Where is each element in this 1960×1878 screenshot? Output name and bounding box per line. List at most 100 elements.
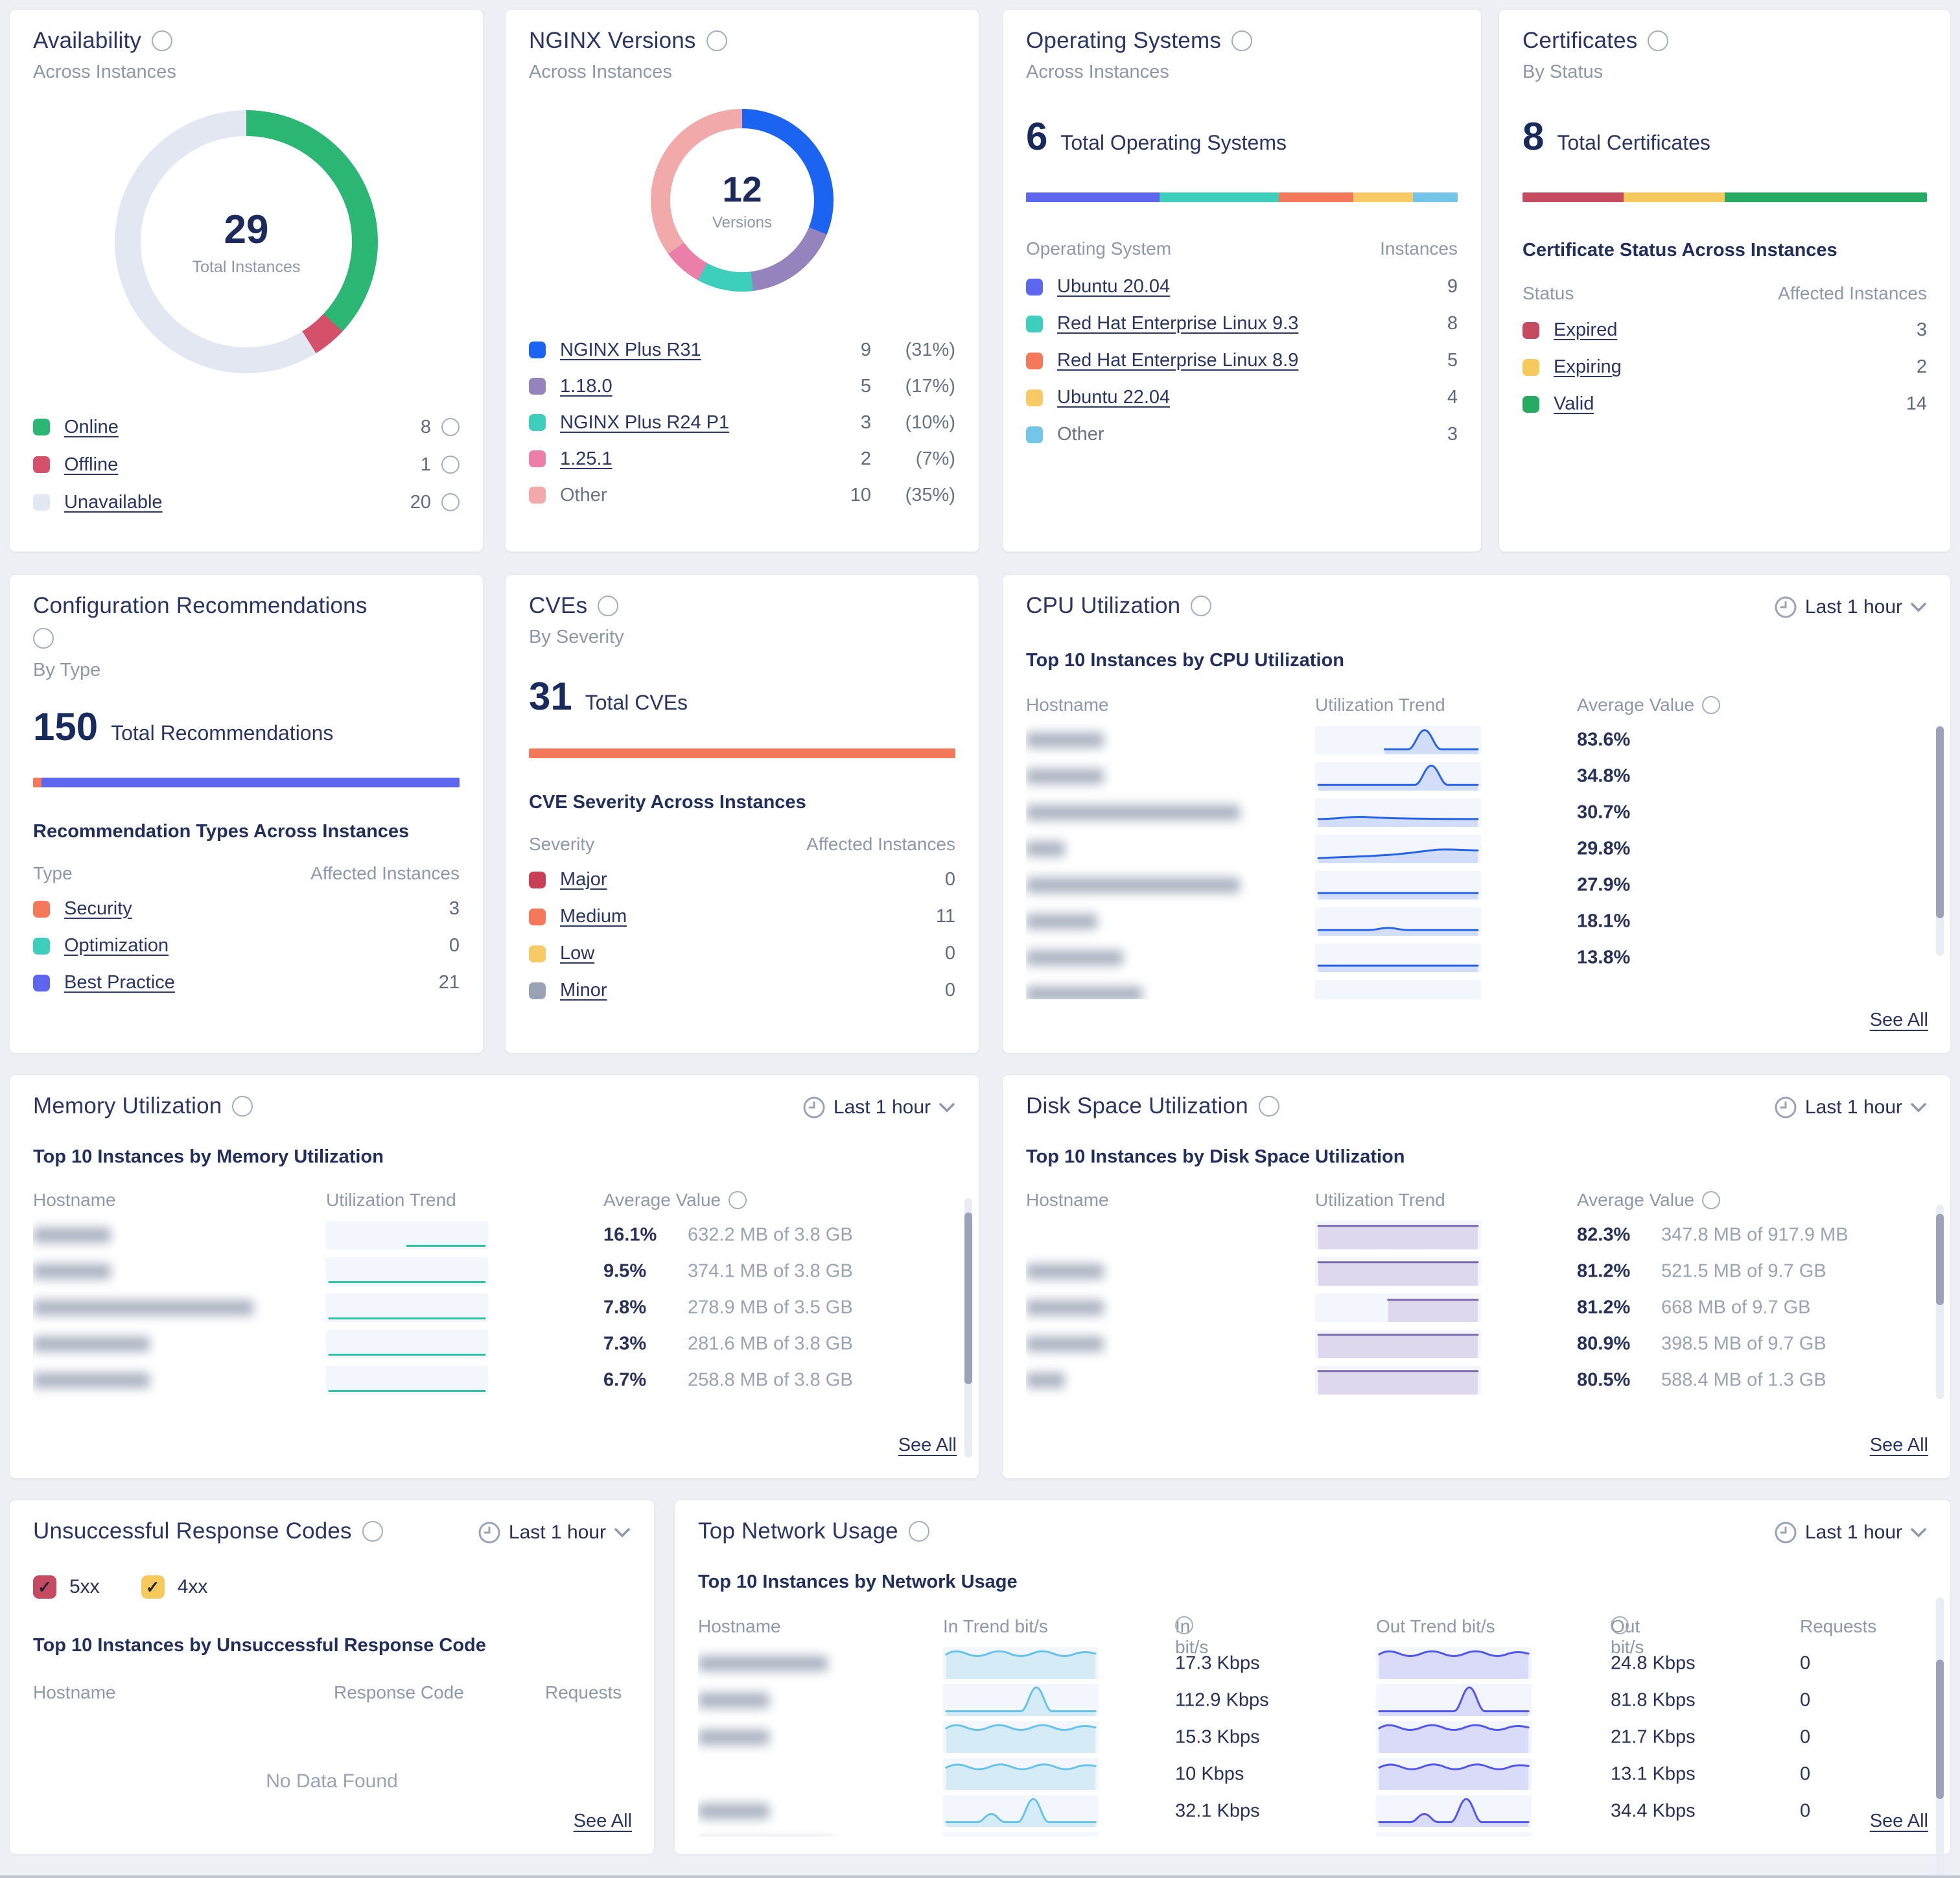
hostname-cell[interactable]	[1026, 950, 1123, 966]
info-icon[interactable]	[1259, 1096, 1279, 1117]
total-os-label: Total Operating Systems	[1060, 131, 1287, 155]
status-link[interactable]: Offline	[64, 454, 118, 476]
hostname-cell[interactable]	[33, 1264, 111, 1279]
column-header-trend: Utilization Trend	[1315, 1190, 1445, 1211]
see-all-link[interactable]: See All	[1870, 1435, 1928, 1456]
hostname-cell[interactable]	[1026, 986, 1143, 999]
hostname-cell[interactable]	[1026, 769, 1104, 784]
card-certificates: Certificates By Status 8 Total Certifica…	[1499, 9, 1951, 552]
checkbox[interactable]: ✓	[141, 1575, 165, 1599]
os-link[interactable]: Ubuntu 22.04	[1057, 387, 1170, 408]
info-icon[interactable]	[232, 1096, 253, 1117]
hostname-cell[interactable]	[1026, 877, 1240, 893]
checkbox[interactable]: ✓	[33, 1575, 56, 1599]
info-icon[interactable]	[441, 493, 460, 511]
scrollbar-thumb[interactable]	[1936, 726, 1944, 918]
info-icon[interactable]	[1702, 696, 1720, 714]
hostname-cell[interactable]	[1026, 1336, 1104, 1352]
version-count: 3	[839, 412, 871, 434]
hostname-cell[interactable]	[1026, 841, 1065, 857]
rec-type-link[interactable]: Security	[64, 898, 132, 920]
hostname-cell[interactable]	[33, 1336, 150, 1352]
scrollbar-thumb[interactable]	[1936, 1660, 1944, 1799]
cert-status-link[interactable]: Expired	[1554, 319, 1617, 341]
info-icon[interactable]	[1231, 30, 1252, 51]
info-icon[interactable]	[1175, 1616, 1193, 1634]
time-range-dropdown[interactable]: Last 1 hour	[478, 1521, 631, 1544]
cert-status-link[interactable]: Expiring	[1554, 356, 1622, 378]
legend-swatch	[529, 378, 546, 395]
time-range-dropdown[interactable]: Last 1 hour	[1774, 1521, 1927, 1544]
info-icon[interactable]	[152, 30, 172, 51]
version-count: 10	[839, 485, 871, 506]
info-icon[interactable]	[1191, 596, 1211, 616]
os-link[interactable]: Other	[1057, 424, 1104, 445]
card-availability: Availability Across Instances 29 Total I…	[9, 9, 484, 552]
info-icon[interactable]	[729, 1191, 747, 1209]
card-title: Availability	[33, 28, 141, 54]
severity-link[interactable]: Medium	[560, 906, 627, 927]
see-all-link[interactable]: See All	[1870, 1811, 1928, 1832]
version-link[interactable]: NGINX Plus R24 P1	[560, 412, 729, 434]
info-icon[interactable]	[706, 30, 727, 51]
hostname-cell[interactable]	[1026, 1373, 1065, 1388]
info-icon[interactable]	[598, 596, 618, 616]
scrollbar-thumb[interactable]	[1936, 1214, 1944, 1305]
requests-value: 0	[1800, 1689, 1810, 1711]
info-icon[interactable]	[441, 456, 460, 474]
info-icon[interactable]	[1702, 1191, 1720, 1209]
bar-segment	[41, 778, 460, 787]
hostname-cell[interactable]	[33, 1300, 253, 1316]
hostname-cell[interactable]	[698, 1803, 769, 1819]
info-icon[interactable]	[33, 628, 54, 649]
column-header-average: Average Value	[1577, 1190, 1694, 1211]
table-row: Security 3	[33, 890, 460, 927]
affected-count: 0	[449, 935, 460, 956]
hostname-cell[interactable]	[1026, 732, 1104, 748]
hostname-cell[interactable]	[698, 1656, 828, 1671]
see-all-link[interactable]: See All	[898, 1435, 957, 1456]
hostname-cell[interactable]	[698, 1693, 769, 1708]
hostname-cell[interactable]	[1026, 1300, 1104, 1316]
rec-type-link[interactable]: Optimization	[64, 935, 169, 956]
info-icon[interactable]	[441, 418, 460, 436]
os-link[interactable]: Red Hat Enterprise Linux 9.3	[1057, 313, 1298, 334]
info-icon[interactable]	[1648, 30, 1668, 51]
column-header-out-trend: Out Trend bit/s	[1376, 1616, 1495, 1637]
severity-link[interactable]: Major	[560, 869, 607, 890]
severity-link[interactable]: Minor	[560, 980, 607, 1001]
severity-link[interactable]: Low	[560, 943, 594, 964]
scrollbar-thumb[interactable]	[964, 1212, 972, 1384]
os-link[interactable]: Red Hat Enterprise Linux 8.9	[1057, 350, 1298, 371]
time-range-dropdown[interactable]: Last 1 hour	[1774, 596, 1927, 619]
version-link[interactable]: Other	[560, 485, 607, 506]
cert-status-link[interactable]: Valid	[1554, 393, 1594, 415]
column-header-average: Average Value	[603, 1190, 721, 1211]
version-link[interactable]: 1.25.1	[560, 448, 612, 470]
hostname-cell[interactable]	[33, 1227, 111, 1243]
versions-value: 12	[722, 168, 762, 210]
see-all-link[interactable]: See All	[574, 1811, 632, 1832]
os-link[interactable]: Ubuntu 20.04	[1057, 276, 1170, 297]
status-link[interactable]: Online	[64, 417, 119, 438]
info-icon[interactable]	[909, 1521, 929, 1542]
table-row: 29.8%	[1026, 831, 1927, 867]
hostname-cell[interactable]	[1026, 805, 1240, 820]
status-link[interactable]: Unavailable	[64, 492, 163, 513]
time-range-dropdown[interactable]: Last 1 hour	[1774, 1096, 1927, 1119]
version-link[interactable]: NGINX Plus R31	[560, 340, 701, 361]
version-link[interactable]: 1.18.0	[560, 376, 612, 397]
hostname-cell[interactable]	[1026, 1264, 1104, 1279]
hostname-cell[interactable]	[1026, 914, 1097, 929]
rec-type-link[interactable]: Best Practice	[64, 972, 175, 993]
hostname-cell[interactable]	[698, 1730, 769, 1745]
info-icon[interactable]	[362, 1521, 383, 1542]
info-icon[interactable]	[1611, 1616, 1629, 1634]
utilization-sparkline	[1315, 944, 1481, 972]
hostname-cell[interactable]	[33, 1373, 150, 1388]
card-title: Unsuccessful Response Codes	[33, 1518, 352, 1544]
time-range-dropdown[interactable]: Last 1 hour	[802, 1096, 955, 1119]
version-count: 5	[839, 376, 871, 397]
see-all-link[interactable]: See All	[1870, 1010, 1928, 1031]
utilization-sparkline	[326, 1330, 488, 1358]
